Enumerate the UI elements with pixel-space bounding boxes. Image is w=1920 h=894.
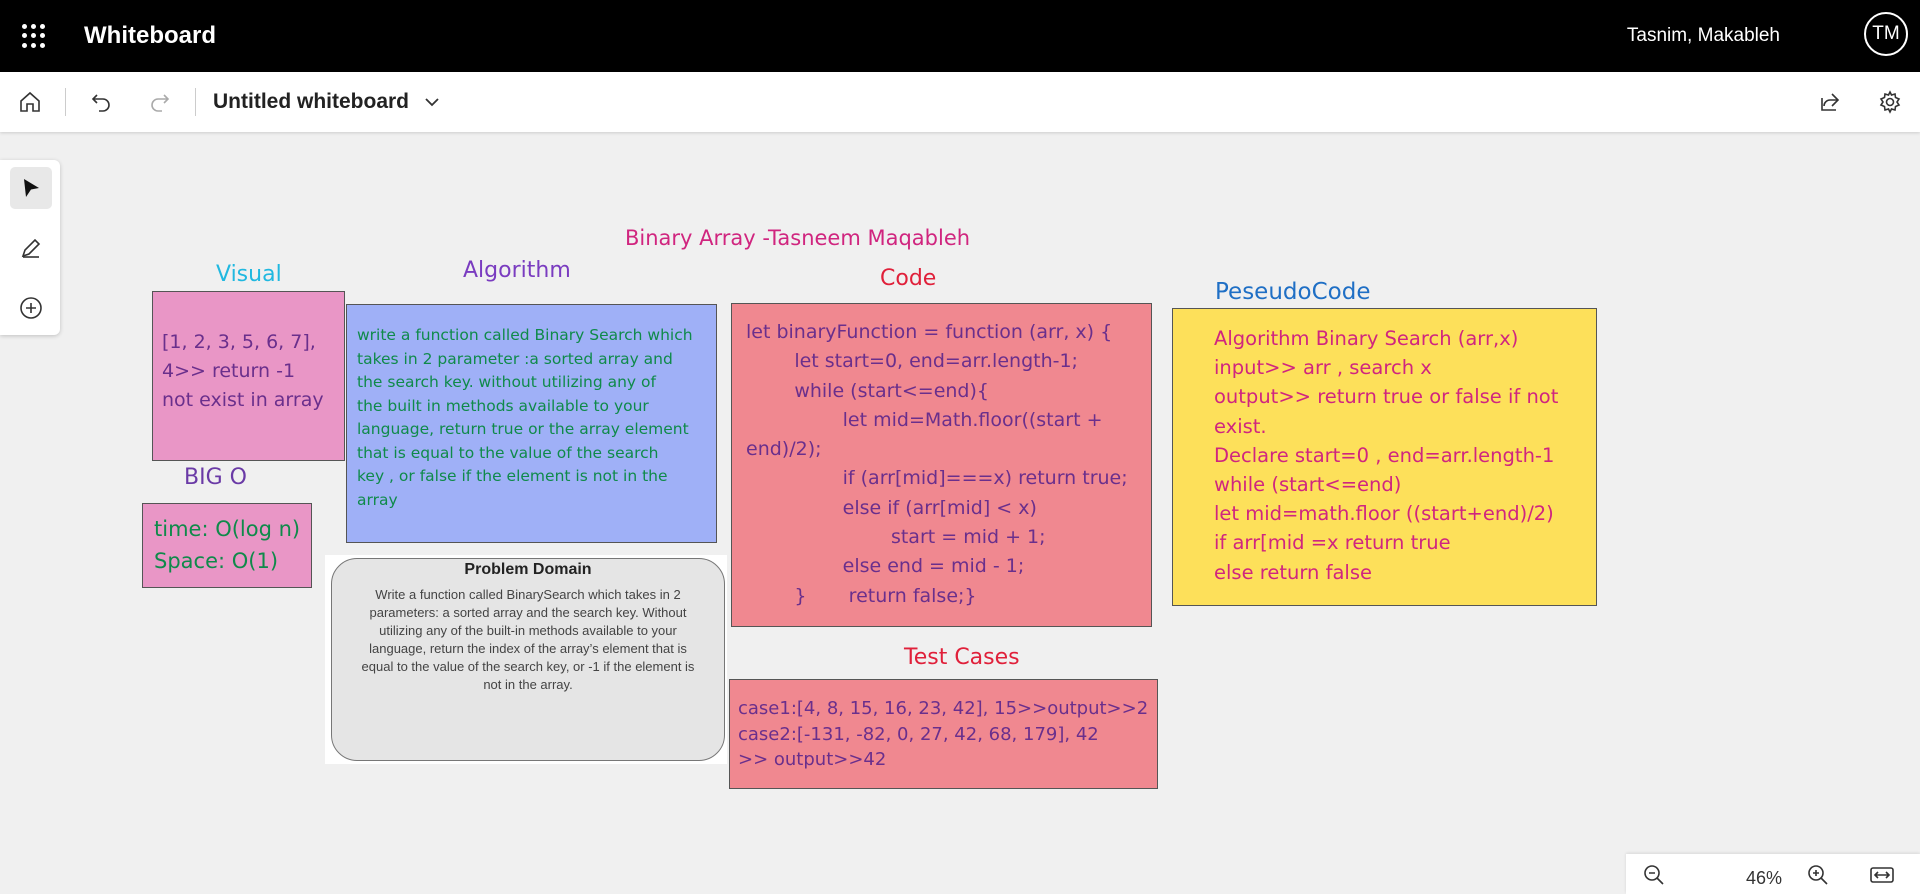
pseudocode-line: if arr[mid =x return true — [1214, 531, 1451, 555]
big-o-line: Space: O(1) — [154, 549, 279, 573]
chevron-down-icon[interactable] — [422, 92, 442, 117]
test-case-line: >> output>>42 — [738, 749, 887, 770]
pseudocode-label[interactable]: PeseudoCode — [1215, 279, 1370, 305]
problem-domain-line: parameters: a sorted array and the searc… — [369, 605, 687, 620]
problem-domain-title: Problem Domain — [464, 561, 592, 578]
algorithm-note[interactable]: write a function called Binary Search wh… — [346, 304, 717, 543]
share-icon[interactable] — [1814, 86, 1846, 118]
visual-line: not exist in array — [162, 389, 324, 411]
problem-domain-line: utilizing any of the built-in methods av… — [379, 623, 677, 638]
algorithm-line: that is equal to the value of the search — [357, 443, 659, 462]
test-case-line: case1:[4, 8, 15, 16, 23, 42], 15>>output… — [738, 698, 1149, 719]
problem-domain-line: language, return the index of the array’… — [369, 641, 687, 656]
algorithm-line: the built in methods available to your — [357, 396, 649, 415]
visual-label[interactable]: Visual — [216, 262, 282, 287]
pseudocode-line: output>> return true or false if not — [1214, 385, 1559, 409]
problem-domain-line: Write a function called BinarySearch whi… — [375, 587, 681, 602]
code-note[interactable]: let binaryFunction = function (arr, x) {… — [731, 303, 1152, 627]
code-line: let start=0, end=arr.length-1; — [746, 350, 1078, 373]
problem-domain-line: not in the array. — [483, 677, 573, 692]
redo-icon[interactable] — [144, 86, 176, 118]
problem-domain-line: equal to the value of the search key, or… — [361, 659, 695, 674]
algorithm-line: array — [357, 490, 398, 509]
pseudocode-line: exist. — [1214, 414, 1267, 438]
pseudocode-line: input>> arr , search x — [1214, 356, 1432, 380]
algorithm-line: language, return true or the array eleme… — [357, 420, 689, 438]
app-launcher-icon[interactable] — [22, 24, 46, 48]
add-icon[interactable] — [10, 287, 52, 329]
board-main-title[interactable]: Binary Array -Tasneem Maqableh — [625, 226, 970, 250]
zoom-controls: 46% — [1626, 854, 1920, 894]
big-o-label[interactable]: BIG O — [184, 465, 247, 490]
algorithm-line: the search key. without utilizing any of — [357, 373, 656, 391]
undo-icon[interactable] — [85, 86, 117, 118]
big-o-line: time: O(log n) — [154, 517, 301, 541]
code-line: else if (arr[mid] < x) — [746, 496, 1037, 519]
code-line: else end = mid - 1; — [746, 555, 1025, 578]
user-name[interactable]: Tasnim, Makableh — [1627, 25, 1780, 47]
problem-domain-card[interactable]: Problem Domain Write a function called B… — [331, 558, 725, 761]
code-line: let binaryFunction = function (arr, x) { — [746, 321, 1113, 343]
board-title[interactable]: Untitled whiteboard — [213, 90, 409, 114]
algorithm-line: write a function called Binary Search wh… — [357, 326, 693, 344]
test-cases-label[interactable]: Test Cases — [904, 645, 1020, 670]
pen-tool-icon[interactable] — [10, 227, 52, 269]
fit-to-screen-icon[interactable] — [1869, 863, 1894, 887]
tool-rail — [0, 160, 60, 335]
algorithm-line: takes in 2 parameter :a sorted array and — [357, 349, 673, 368]
code-line: } return false;} — [746, 584, 977, 607]
visual-line: [1, 2, 3, 5, 6, 7], — [162, 331, 316, 353]
code-line: if (arr[mid]===x) return true; — [746, 467, 1128, 490]
test-cases-note[interactable]: case1:[4, 8, 15, 16, 23, 42], 15>>output… — [729, 679, 1158, 789]
pseudocode-note[interactable]: Algorithm Binary Search (arr,x) input>> … — [1172, 308, 1597, 606]
pseudocode-line: Algorithm Binary Search (arr,x) — [1214, 327, 1519, 350]
big-o-note[interactable]: time: O(log n) Space: O(1) — [142, 503, 312, 588]
app-title: Whiteboard — [84, 22, 216, 49]
pseudocode-line: else return false — [1214, 560, 1372, 584]
visual-note[interactable]: [1, 2, 3, 5, 6, 7], 4>> return -1 not ex… — [152, 291, 345, 461]
gear-icon[interactable] — [1874, 86, 1906, 118]
avatar[interactable]: TM — [1864, 12, 1908, 56]
app-header: Whiteboard Tasnim, Makableh TM — [0, 0, 1920, 72]
zoom-in-icon[interactable] — [1806, 863, 1830, 887]
select-tool-icon[interactable] — [10, 167, 52, 209]
zoom-out-icon[interactable] — [1642, 863, 1666, 887]
test-case-line: case2:[-131, -82, 0, 27, 42, 68, 179], 4… — [738, 723, 1099, 745]
code-label[interactable]: Code — [880, 266, 936, 291]
pseudocode-line: Declare start=0 , end=arr.length-1 — [1214, 443, 1555, 467]
algorithm-line: key , or false if the element is not in … — [357, 467, 668, 485]
zoom-level: 46% — [1745, 868, 1783, 888]
code-line: while (start<=end){ — [746, 379, 989, 402]
home-icon[interactable] — [14, 86, 46, 118]
pseudocode-line: while (start<=end) — [1214, 473, 1402, 497]
board-toolbar: Untitled whiteboard — [0, 72, 1920, 132]
algorithm-label[interactable]: Algorithm — [463, 258, 571, 283]
visual-line: 4>> return -1 — [162, 360, 296, 382]
code-line: start = mid + 1; — [746, 526, 1046, 549]
code-line: end)/2); — [746, 438, 822, 461]
code-line: let mid=Math.floor((start + — [746, 408, 1103, 431]
pseudocode-line: let mid=math.floor ((start+end)/2) — [1214, 502, 1554, 526]
